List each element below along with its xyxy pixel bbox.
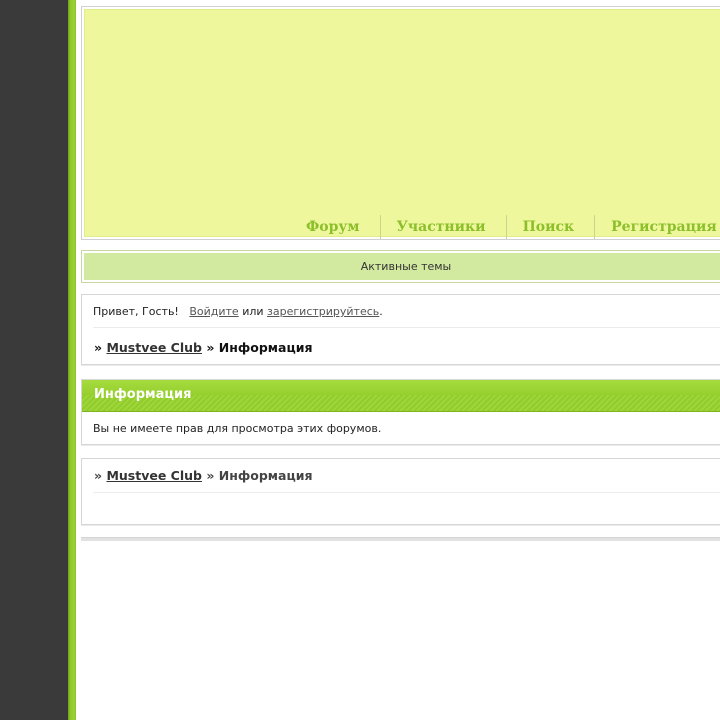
breadcrumb-current: Информация <box>218 340 313 355</box>
page: Форум Участники Поиск Регистрация Активн… <box>0 0 720 720</box>
nav-forum[interactable]: Форум <box>286 215 381 239</box>
nav-search[interactable]: Поиск <box>507 215 596 239</box>
login-link[interactable]: Войдите <box>189 305 238 318</box>
nav-members[interactable]: Участники <box>381 215 507 239</box>
info-panel-header: Информация <box>82 380 720 412</box>
welcome-panel: Привет, Гость! Войдите или зарегистрируй… <box>81 294 720 365</box>
green-side-stripe <box>68 0 76 720</box>
nav-register[interactable]: Регистрация <box>595 215 720 239</box>
breadcrumb-bottom: » Mustvee Club » Информация <box>94 468 313 483</box>
divider <box>93 492 720 493</box>
breadcrumb-separator: » <box>206 468 215 483</box>
info-title: Информация <box>94 387 192 402</box>
active-topics-inner: Активные темы <box>84 253 720 280</box>
or-text: или <box>242 305 264 318</box>
welcome-line: Привет, Гость! Войдите или зарегистрируй… <box>93 305 383 318</box>
period-text: . <box>379 305 383 318</box>
active-topics-link[interactable]: Активные темы <box>361 260 452 273</box>
active-topics-bar: Активные темы <box>81 250 720 283</box>
breadcrumb-prefix: » <box>94 340 103 355</box>
breadcrumb-home-link[interactable]: Mustvee Club <box>106 468 202 483</box>
breadcrumb-home-link[interactable]: Mustvee Club <box>106 340 202 355</box>
breadcrumb-separator: » <box>206 340 215 355</box>
breadcrumb-prefix: » <box>94 468 103 483</box>
info-message: Вы не имеете прав для просмотра этих фор… <box>93 422 382 435</box>
main-content: Форум Участники Поиск Регистрация Активн… <box>76 0 720 720</box>
breadcrumb: » Mustvee Club » Информация <box>94 340 313 355</box>
greeting-text: Привет, Гость! <box>93 305 179 318</box>
breadcrumb-current: Информация <box>218 468 313 483</box>
main-nav: Форум Участники Поиск Регистрация <box>286 215 720 239</box>
register-link[interactable]: зарегистрируйтесь <box>267 305 379 318</box>
info-panel: Информация Вы не имеете прав для просмот… <box>81 379 720 445</box>
bottom-breadcrumb-panel: » Mustvee Club » Информация <box>81 458 720 525</box>
header-banner: Форум Участники Поиск Регистрация <box>84 9 720 239</box>
forum-header: Форум Участники Поиск Регистрация <box>81 6 720 240</box>
divider <box>93 327 720 328</box>
footer-divider <box>81 537 720 541</box>
left-background <box>0 0 68 720</box>
